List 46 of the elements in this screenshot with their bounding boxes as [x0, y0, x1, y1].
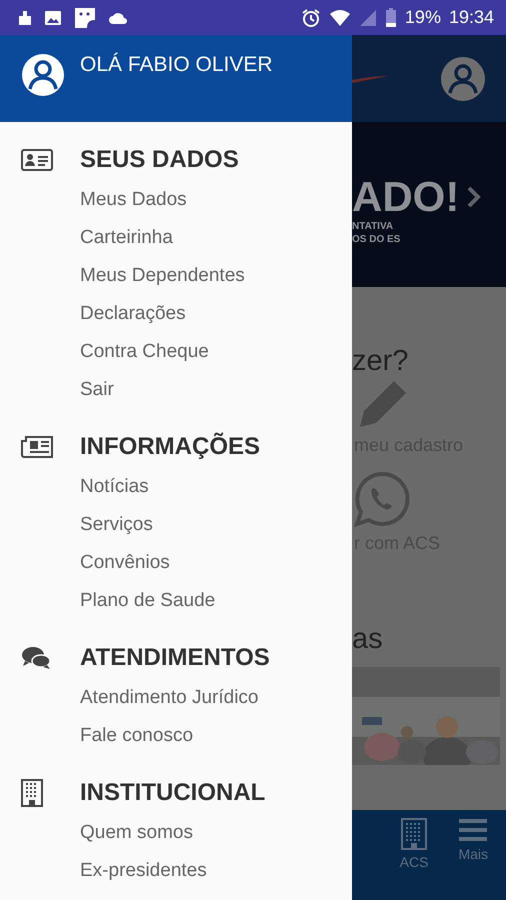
swoosh-drawing: [352, 74, 388, 84]
menu-item[interactable]: Fale conosco: [0, 717, 352, 755]
section-heading: SEUS DADOS: [80, 146, 239, 174]
chat-icon: [21, 646, 51, 670]
building-icon: [401, 818, 428, 850]
nav-tab[interactable]: Mais: [458, 818, 488, 900]
battery-percent: 19%: [404, 7, 441, 28]
id-card-icon: [21, 149, 53, 171]
whatsapp-icon: [354, 471, 410, 527]
banner-title: ADO!: [352, 174, 460, 220]
section-heading: as: [352, 622, 384, 657]
menu-item[interactable]: Atendimento Jurídico: [0, 679, 352, 717]
greeting-text: OLÁ FABIO OLIVER: [80, 52, 273, 78]
cloud-icon: [108, 10, 128, 24]
menu-item[interactable]: Convênios: [0, 544, 352, 582]
newspaper-icon: [21, 436, 53, 458]
menu-item[interactable]: Notícias: [0, 468, 352, 506]
section-heading: INSTITUCIONAL: [80, 779, 266, 807]
banner[interactable]: ADO! NTATIVA OS DO ES: [352, 122, 506, 287]
image-icon: [44, 10, 62, 26]
menu-item[interactable]: Sair: [0, 371, 352, 409]
menu-item[interactable]: Carteirinha: [0, 219, 352, 257]
banner-text: OS DO ES: [352, 233, 402, 246]
avatar-icon: [21, 53, 65, 97]
menu-item[interactable]: Contra Cheque: [0, 333, 352, 371]
menu-item[interactable]: Serviços: [0, 506, 352, 544]
menu-icon: [459, 818, 488, 842]
menu-item[interactable]: Declarações: [0, 295, 352, 333]
nav-tab[interactable]: ACS: [400, 818, 428, 900]
menu-item[interactable]: Ex-presidentes: [0, 852, 352, 890]
menu-item[interactable]: Meus Dependentes: [0, 257, 352, 295]
chevron-right-icon: [467, 186, 482, 208]
wifi-icon: [328, 8, 351, 26]
battery-icon: [384, 8, 397, 28]
menu-item[interactable]: Meus Dados: [0, 181, 352, 219]
section-heading: ATENDIMENTOS: [80, 644, 270, 672]
profile-icon: [440, 56, 486, 102]
section-heading: zer?: [352, 344, 410, 379]
menu-item[interactable]: Quem somos: [0, 814, 352, 852]
alarm-icon: [300, 8, 321, 28]
banner-text: NTATIVA: [352, 220, 394, 233]
building-icon: [21, 779, 43, 807]
menu-item[interactable]: Plano de Saude: [0, 582, 352, 620]
section-heading: INFORMAÇÕES: [80, 433, 260, 461]
signal-icon: [358, 8, 377, 26]
clock: 19:34: [448, 7, 494, 28]
